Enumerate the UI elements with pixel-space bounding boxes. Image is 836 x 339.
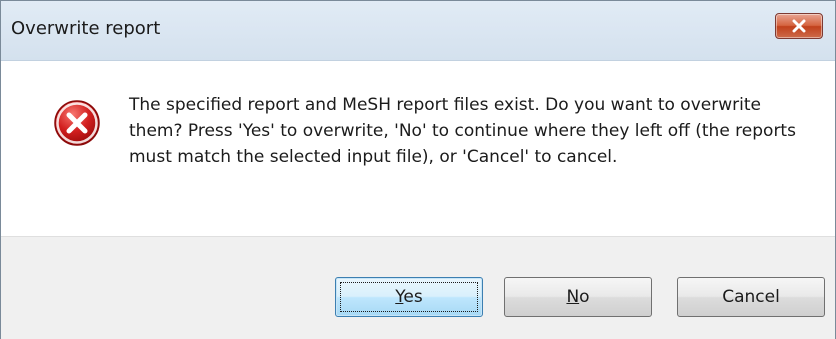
no-button-label: No bbox=[566, 287, 590, 307]
close-icon bbox=[792, 19, 806, 33]
window-title: Overwrite report bbox=[11, 18, 161, 39]
close-button[interactable] bbox=[775, 13, 823, 39]
title-bar[interactable]: Overwrite report bbox=[1, 1, 835, 61]
cancel-button-label: Cancel bbox=[722, 287, 780, 307]
dialog-message: The specified report and MeSH report fil… bbox=[129, 95, 796, 167]
button-bar: Yes No Cancel bbox=[1, 236, 835, 339]
yes-button-label: Yes bbox=[395, 287, 423, 307]
no-button[interactable]: No bbox=[504, 277, 652, 317]
yes-button[interactable]: Yes bbox=[335, 277, 483, 317]
message-area: The specified report and MeSH report fil… bbox=[1, 61, 835, 236]
overwrite-report-dialog: Overwrite report The specified report an… bbox=[0, 0, 836, 339]
cancel-button[interactable]: Cancel bbox=[677, 277, 825, 317]
error-icon bbox=[54, 100, 100, 146]
